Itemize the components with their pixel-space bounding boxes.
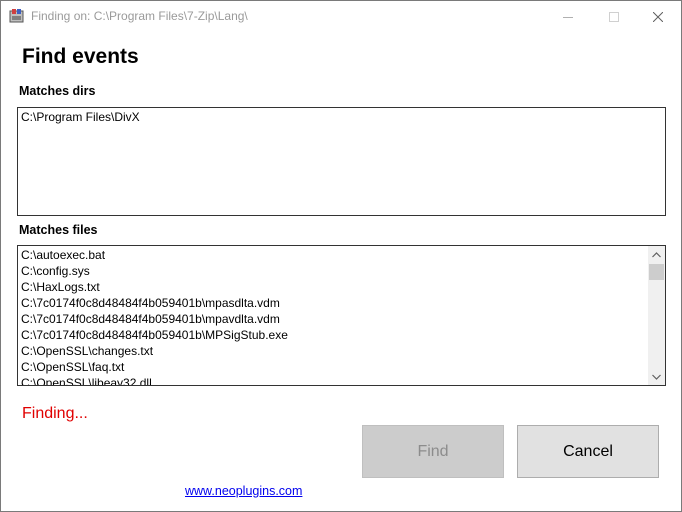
matches-files-label: Matches files xyxy=(19,223,98,237)
list-item[interactable]: C:\OpenSSL\changes.txt xyxy=(18,343,648,359)
chevron-down-icon xyxy=(652,374,661,380)
scroll-up-button[interactable] xyxy=(648,246,665,263)
website-link[interactable]: www.neoplugins.com xyxy=(185,484,302,498)
matches-dirs-label: Matches dirs xyxy=(19,84,96,98)
matches-dirs-list[interactable]: C:\Program Files\DivX xyxy=(17,107,666,216)
app-icon xyxy=(9,8,25,24)
list-item[interactable]: C:\OpenSSL\faq.txt xyxy=(18,359,648,375)
maximize-button[interactable] xyxy=(591,1,637,32)
minimize-button[interactable] xyxy=(545,1,591,32)
title-bar[interactable]: Finding on: C:\Program Files\7-Zip\Lang\ xyxy=(1,1,681,32)
minimize-icon xyxy=(563,16,573,18)
close-icon xyxy=(653,11,663,22)
list-item[interactable]: C:\HaxLogs.txt xyxy=(18,279,648,295)
status-text: Finding... xyxy=(22,405,88,422)
close-button[interactable] xyxy=(635,1,681,32)
chevron-up-icon xyxy=(652,251,661,257)
list-item[interactable]: C:\OpenSSL\libeay32.dll xyxy=(18,375,648,385)
matches-files-list[interactable]: C:\autoexec.bat C:\config.sys C:\HaxLogs.t… xyxy=(17,245,666,386)
list-item[interactable]: C:\config.sys xyxy=(18,263,648,279)
cancel-button[interactable]: Cancel xyxy=(517,425,659,478)
list-item[interactable]: C:\7c0174f0c8d48484f4b059401b\mpasdlta.v… xyxy=(18,295,648,311)
maximize-icon xyxy=(609,11,619,22)
list-item[interactable]: C:\Program Files\DivX xyxy=(18,109,140,125)
scroll-thumb[interactable] xyxy=(649,264,664,280)
vertical-scrollbar[interactable] xyxy=(648,246,665,385)
list-item[interactable]: C:\7c0174f0c8d48484f4b059401b\MPSigStub.… xyxy=(18,327,648,343)
list-item[interactable]: C:\7c0174f0c8d48484f4b059401b\mpavdlta.v… xyxy=(18,311,648,327)
find-button[interactable]: Find xyxy=(362,425,504,478)
window-title: Finding on: C:\Program Files\7-Zip\Lang\ xyxy=(31,9,248,23)
find-events-window: Finding on: C:\Program Files\7-Zip\Lang\… xyxy=(0,0,682,512)
scroll-down-button[interactable] xyxy=(648,368,665,385)
page-title: Find events xyxy=(22,45,139,68)
list-item[interactable]: C:\autoexec.bat xyxy=(18,247,648,263)
